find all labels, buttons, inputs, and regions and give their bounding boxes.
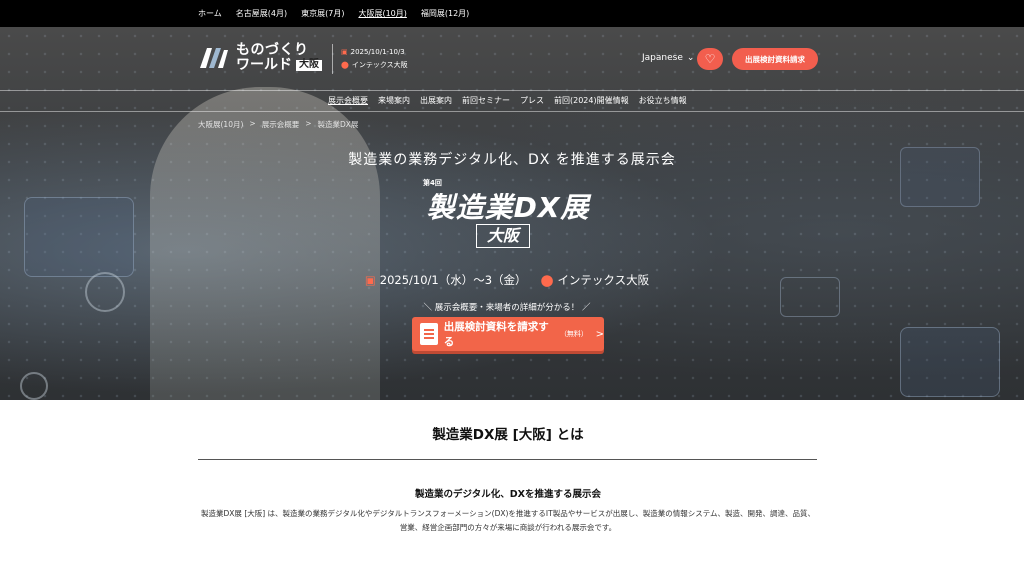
top-navigation: ホーム 名古屋展(4月) 東京展(7月) 大阪展(10月) 福岡展(12月) — [0, 0, 1024, 27]
logo-mark-icon — [200, 48, 228, 68]
breadcrumb-current: 製造業DX展 — [317, 120, 359, 129]
topnav-osaka[interactable]: 大阪展(10月) — [358, 8, 406, 19]
topnav-home[interactable]: ホーム — [198, 8, 222, 19]
hero-decoration-power-icon — [20, 372, 48, 400]
mainnav-seminar[interactable]: 前回セミナー — [462, 95, 510, 106]
language-label: Japanese — [642, 53, 683, 63]
hero-worker-image — [150, 87, 380, 400]
mainnav-visitor[interactable]: 来場案内 — [378, 95, 410, 106]
main-navigation: 展示会概要 来場案内 出展案内 前回セミナー プレス 前回(2024)開催情報 … — [328, 95, 687, 106]
request-document-free: （無料） — [559, 330, 588, 338]
breadcrumb-item[interactable]: 展示会概要 — [262, 119, 300, 130]
mainnav-exhibitor[interactable]: 出展案内 — [420, 95, 452, 106]
map-pin-icon: ⬤ — [341, 61, 349, 69]
header-venue: インテックス大阪 — [351, 61, 408, 69]
mainnav-overview[interactable]: 展示会概要 — [328, 95, 368, 106]
mainnav-previous[interactable]: 前回(2024)開催情報 — [554, 95, 629, 106]
header-cta-button[interactable]: 出展検討資料請求 — [732, 48, 818, 70]
about-body: 製造業DX展 [大阪] は、製造業の業務デジタル化やデジタルトランスフォーメーシ… — [201, 509, 815, 532]
about-subtitle: 製造業のデジタル化、DXを推進する展示会 — [414, 489, 602, 500]
favorite-button[interactable]: ♡ — [697, 48, 723, 70]
mainnav-press[interactable]: プレス — [520, 95, 544, 106]
mainnav-useful-info[interactable]: お役立ち情報 — [639, 95, 687, 106]
hero-title: 製造業DX展 — [426, 191, 590, 224]
chevron-right-icon: > — [595, 328, 604, 340]
hero-subtitle: 製造業の業務デジタル化、DX を推進する展示会 — [348, 152, 676, 168]
breadcrumb-separator: > — [305, 119, 312, 128]
topnav-tokyo[interactable]: 東京展(7月) — [301, 8, 344, 19]
heart-icon: ♡ — [704, 52, 716, 66]
calendar-icon: ▣ — [364, 273, 376, 287]
nav-divider-bottom — [0, 111, 1024, 112]
about-title: 製造業DX展 [大阪] とは — [432, 427, 584, 443]
header-event-info: ▣ 2025/10/1-10/3 ⬤ インテックス大阪 — [341, 46, 408, 72]
logo-text-line1: ものづくり — [236, 42, 309, 59]
site-logo[interactable]: ものづくり ワールド 大阪 — [198, 42, 322, 74]
logo-city-badge: 大阪 — [296, 60, 322, 71]
document-icon — [420, 323, 438, 345]
header-dates: 2025/10/1-10/3 — [350, 48, 405, 56]
breadcrumb: 大阪展(10月) > 展示会概要 > 製造業DX展 — [198, 119, 358, 130]
request-document-label: 出展検討資料を請求する — [443, 321, 549, 348]
hero-city-badge: 大阪 — [476, 224, 530, 248]
breadcrumb-item[interactable]: 大阪展(10月) — [198, 119, 243, 130]
topnav-nagoya[interactable]: 名古屋展(4月) — [236, 8, 287, 19]
logo-text-line2: ワールド — [236, 57, 292, 73]
breadcrumb-separator: > — [249, 119, 256, 128]
map-pin-icon: ⬤ — [540, 273, 554, 287]
hero-venue: インテックス大阪 — [557, 273, 650, 287]
hero-event-meta: ▣ 2025/10/1（水）～3（金） ⬤ インテックス大阪 — [0, 272, 1014, 288]
about-divider — [198, 459, 817, 460]
calendar-icon: ▣ — [341, 48, 348, 56]
header-divider — [332, 44, 333, 74]
chevron-down-icon: ⌄ — [686, 53, 695, 63]
hero-dates: 2025/10/1（水）～3（金） — [379, 273, 527, 287]
hero-cta-note: ＼ 展示会概要・来場者の詳細が分かる！ ／ — [423, 303, 591, 313]
hero-decoration-panel — [900, 327, 1000, 397]
request-document-button[interactable]: 出展検討資料を請求する （無料） > — [412, 317, 604, 351]
language-selector[interactable]: Japanese ⌄ — [642, 53, 694, 63]
topnav-fukuoka[interactable]: 福岡展(12月) — [421, 8, 469, 19]
nav-divider-top — [0, 90, 1024, 91]
